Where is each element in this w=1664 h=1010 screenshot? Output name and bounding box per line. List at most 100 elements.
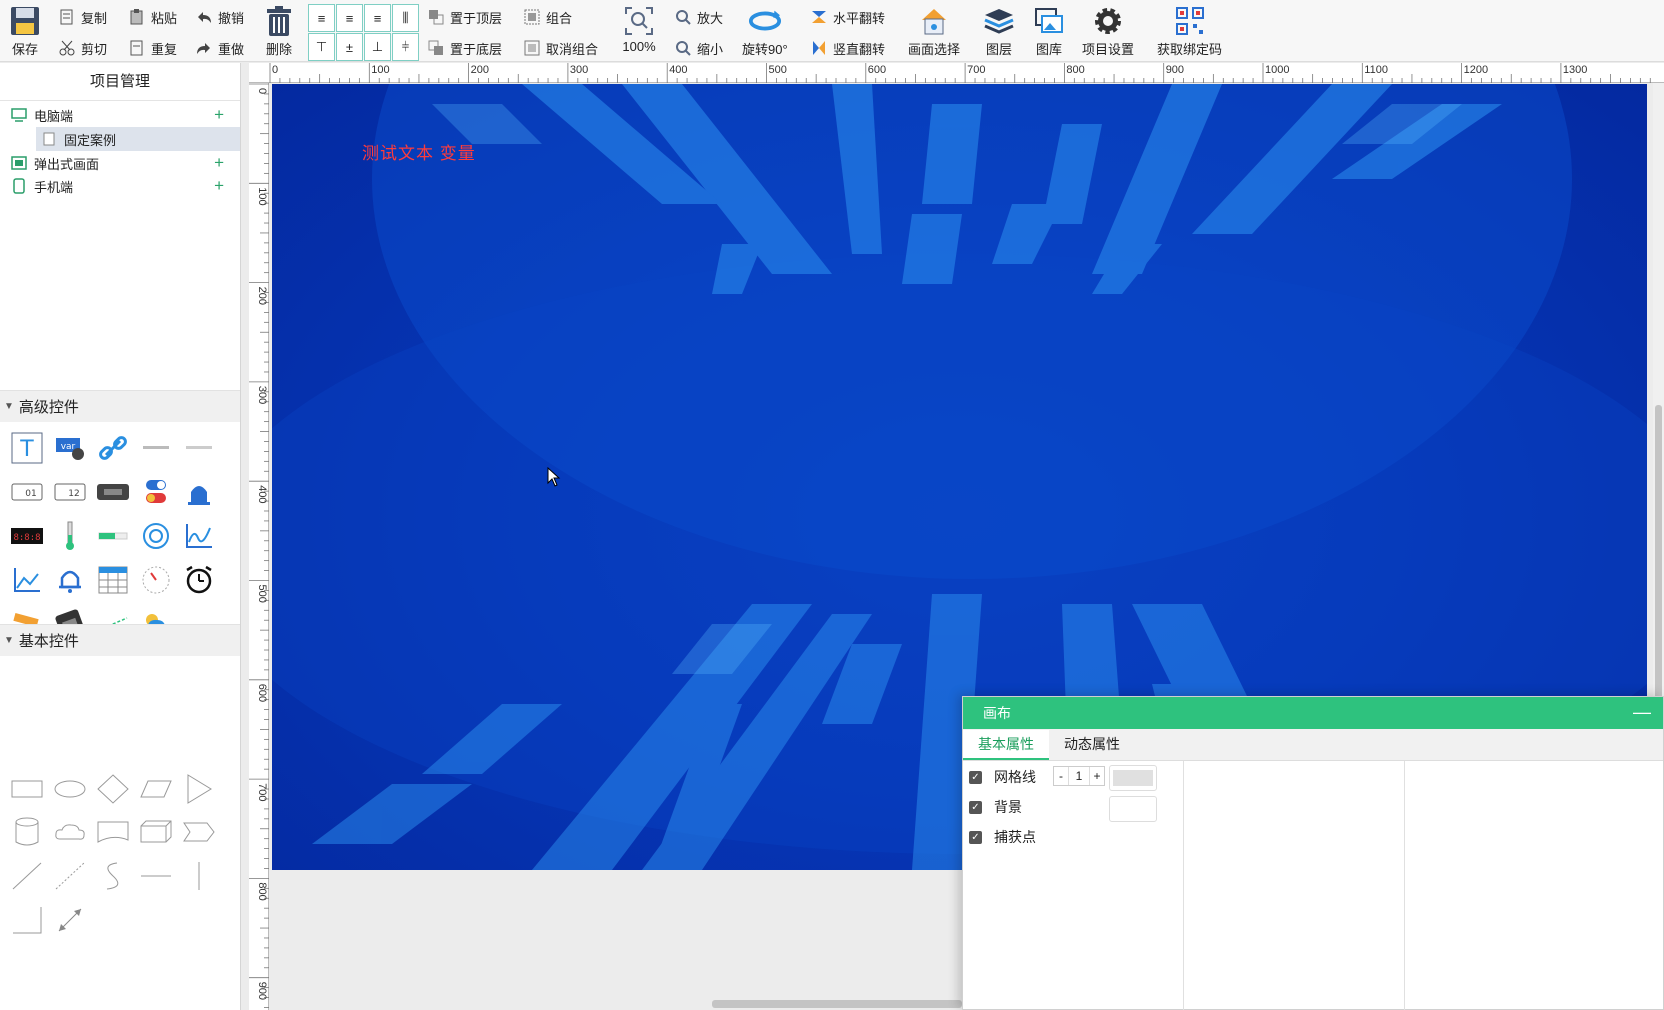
copy-button[interactable]: 复制 xyxy=(58,6,107,28)
align-left-button[interactable]: ≡ xyxy=(308,4,335,32)
digital-clock-icon[interactable]: 8:8:8 xyxy=(9,518,45,554)
scroll-text-control-icon[interactable] xyxy=(138,430,174,466)
svg-text:12: 12 xyxy=(68,489,79,499)
ruler-label: 800 xyxy=(1066,64,1084,76)
align-right-button[interactable]: ≡ xyxy=(364,4,391,32)
parallelogram-shape-icon[interactable] xyxy=(138,771,174,807)
distribute-v-button[interactable]: ⫩ xyxy=(392,33,419,61)
triangle-shape-icon[interactable] xyxy=(181,771,217,807)
bell-icon[interactable] xyxy=(52,562,88,598)
distribute-h-button[interactable]: ⫼ xyxy=(392,4,419,32)
link-control-icon[interactable] xyxy=(95,430,131,466)
grid-size-value[interactable]: 1 xyxy=(1068,767,1090,785)
tree-item-fixed-case[interactable]: 固定案例 xyxy=(36,127,240,151)
vertical-line-icon[interactable] xyxy=(181,858,217,894)
alarm-clock-icon[interactable] xyxy=(181,562,217,598)
alarm-light-icon[interactable] xyxy=(181,474,217,510)
tab-dynamic-properties[interactable]: 动态属性 xyxy=(1049,730,1135,760)
zoom-in-button[interactable]: 放大 xyxy=(674,6,723,28)
horizontal-scroll-thumb[interactable] xyxy=(712,1000,962,1008)
group-button[interactable]: 组合 xyxy=(523,6,572,28)
chevron-shape-icon[interactable] xyxy=(181,814,217,850)
layers-button[interactable]: 图层 xyxy=(982,4,1016,58)
project-settings-button[interactable]: 项目设置 xyxy=(1082,4,1134,58)
line-shape-icon[interactable] xyxy=(9,858,45,894)
minimize-icon[interactable]: — xyxy=(1633,702,1651,723)
screen-select-button[interactable]: 画面选择 xyxy=(908,4,960,58)
align-bottom-button[interactable]: ⊥ xyxy=(364,33,391,61)
dotted-line-shape-icon[interactable] xyxy=(52,858,88,894)
ungroup-button[interactable]: 取消组合 xyxy=(523,37,598,59)
line-chart-icon[interactable] xyxy=(181,518,217,554)
horizontal-line-icon[interactable] xyxy=(138,858,174,894)
tree-item-desktop[interactable]: 电脑端 + xyxy=(0,103,240,127)
elbow-line-icon[interactable] xyxy=(9,902,45,938)
table-control-icon[interactable] xyxy=(95,562,131,598)
curve-shape-icon[interactable] xyxy=(95,858,131,894)
delete-button[interactable]: 删除 xyxy=(262,4,296,58)
increment-button[interactable]: + xyxy=(1090,767,1104,785)
thermometer-icon[interactable] xyxy=(52,518,88,554)
advanced-controls-header[interactable]: ▼ 高级控件 xyxy=(0,390,240,422)
align-top-button[interactable]: ⊤ xyxy=(308,33,335,61)
snap-point-checkbox[interactable]: ✓ xyxy=(969,830,982,844)
number-display-icon[interactable]: 01 xyxy=(9,474,45,510)
basic-controls-header[interactable]: ▼ 基本控件 xyxy=(0,624,240,656)
cloud-shape-icon[interactable] xyxy=(52,814,88,850)
duplicate-button[interactable]: 重复 xyxy=(128,37,177,59)
variable-control-icon[interactable]: var xyxy=(52,430,88,466)
arrow-line-icon[interactable] xyxy=(52,902,88,938)
add-desktop-screen-button[interactable]: + xyxy=(214,105,224,125)
dynamic-text-control-icon[interactable] xyxy=(181,430,217,466)
tree-item-popup[interactable]: 弹出式画面 + xyxy=(0,151,240,175)
tab-basic-properties[interactable]: 基本属性 xyxy=(963,730,1049,760)
send-bottom-button[interactable]: 置于底层 xyxy=(427,37,502,59)
get-binding-code-button[interactable]: 获取绑定码 xyxy=(1157,4,1222,58)
add-mobile-screen-button[interactable]: + xyxy=(214,176,224,196)
canvas-text-label[interactable]: 测试文本 变量 xyxy=(362,139,476,164)
align-center-button[interactable]: ≡ xyxy=(336,4,363,32)
cut-button[interactable]: 剪切 xyxy=(58,37,107,59)
switch-control-icon[interactable] xyxy=(138,474,174,510)
undo-button[interactable]: 撤销 xyxy=(195,6,244,28)
number-input-icon[interactable]: 12 xyxy=(52,474,88,510)
tree-item-mobile[interactable]: 手机端 + xyxy=(0,174,240,198)
flip-vertical-button[interactable]: 竖直翻转 xyxy=(810,37,885,59)
rotate-button[interactable]: 旋转90° xyxy=(742,4,788,58)
ellipse-shape-icon[interactable] xyxy=(52,771,88,807)
diamond-shape-icon[interactable] xyxy=(95,771,131,807)
align-right-icon: ≡ xyxy=(373,10,382,26)
rectangle-shape-icon[interactable] xyxy=(9,771,45,807)
grid-color-picker[interactable] xyxy=(1109,765,1157,791)
background-checkbox[interactable]: ✓ xyxy=(969,800,982,814)
cylinder-shape-icon[interactable] xyxy=(9,814,45,850)
decrement-button[interactable]: - xyxy=(1054,767,1068,785)
text-control-icon[interactable]: T xyxy=(9,430,45,466)
flip-horizontal-button[interactable]: 水平翻转 xyxy=(810,6,885,28)
zoom-fit-button[interactable]: 100% xyxy=(622,4,656,54)
paste-button[interactable]: 粘贴 xyxy=(128,6,177,28)
align-middle-button[interactable]: ± xyxy=(336,33,363,61)
toolbar: 保存 复制 粘贴 撤销 剪切 重复 重做 删除 ≡ ≡ ≡ ⫼ ⊤ ± ⊥ ⫩ … xyxy=(0,0,1664,62)
gallery-button[interactable]: 图库 xyxy=(1032,4,1066,58)
button-control-icon[interactable] xyxy=(95,474,131,510)
cube-shape-icon[interactable] xyxy=(138,814,174,850)
document-shape-icon[interactable] xyxy=(95,814,131,850)
scissors-icon xyxy=(58,39,76,57)
background-color-picker[interactable] xyxy=(1109,796,1157,822)
history-curve-icon[interactable] xyxy=(9,562,45,598)
dial-gauge-icon[interactable] xyxy=(138,562,174,598)
bring-top-button[interactable]: 置于顶层 xyxy=(427,6,502,28)
ring-gauge-icon[interactable] xyxy=(138,518,174,554)
grid-size-stepper[interactable]: - 1 + xyxy=(1053,766,1105,786)
save-button[interactable]: 保存 xyxy=(8,4,42,58)
vertical-scroll-thumb[interactable] xyxy=(1655,405,1662,705)
zoom-out-button[interactable]: 缩小 xyxy=(674,37,723,59)
gridline-checkbox[interactable]: ✓ xyxy=(969,770,982,784)
progress-bar-icon[interactable] xyxy=(95,518,131,554)
panel-splitter[interactable] xyxy=(241,63,249,1010)
ruler-label: 100 xyxy=(256,187,268,205)
properties-tabs: 基本属性 动态属性 xyxy=(963,729,1663,761)
redo-button[interactable]: 重做 xyxy=(195,37,244,59)
add-popup-screen-button[interactable]: + xyxy=(214,153,224,173)
